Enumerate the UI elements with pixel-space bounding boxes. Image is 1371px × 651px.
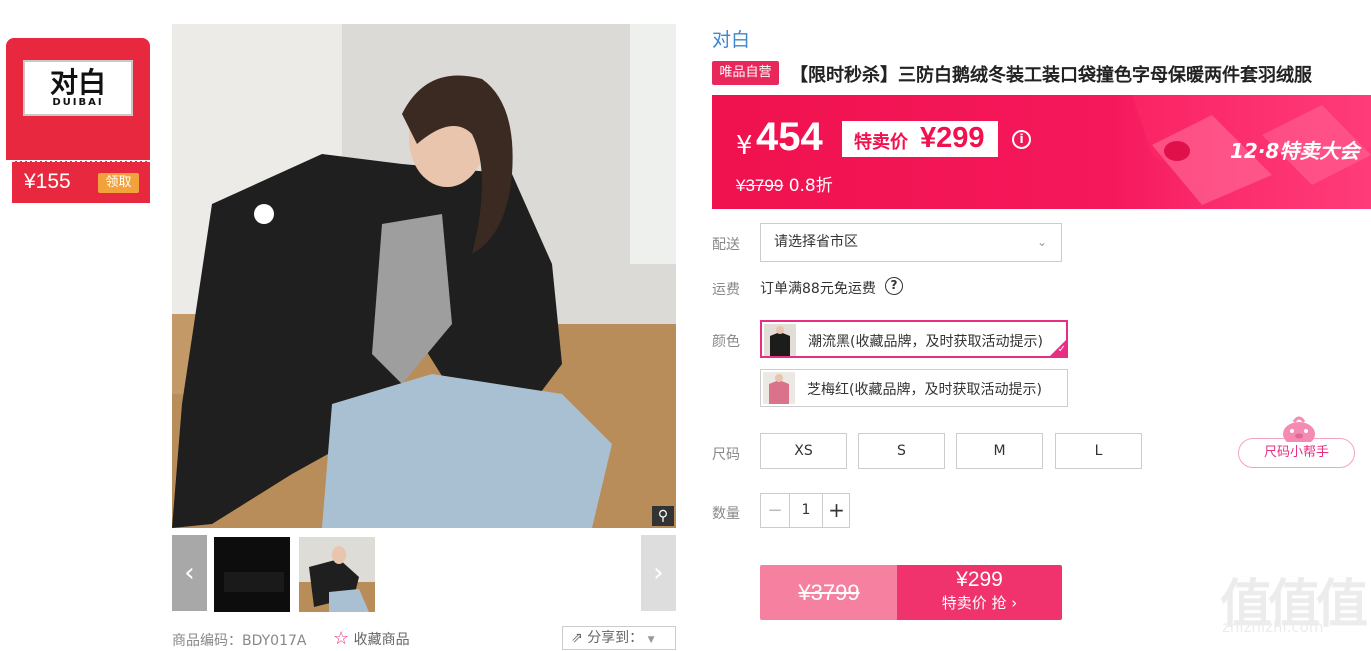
check-icon: ✓ (1048, 338, 1068, 358)
info-icon[interactable]: i (1012, 130, 1031, 149)
minus-button[interactable]: − (761, 494, 789, 527)
share-button[interactable]: ⇗ 分享到： ▼ (562, 626, 676, 650)
color-option-label: 潮流黑(收藏品牌，及时获取活动提示) (808, 334, 1043, 350)
question-icon[interactable]: ? (885, 277, 903, 295)
star-icon: ☆ (333, 628, 350, 649)
favorite-label: 收藏商品 (353, 632, 410, 648)
coupon-amount: ¥155 (24, 170, 71, 193)
coupon-claim-button[interactable]: 领取 (98, 173, 139, 193)
price-banner: ¥ 454 特卖价 ¥299 i ¥3799 0.8折 12·8特卖大会 (712, 95, 1371, 209)
thumbnail-2-image (299, 537, 375, 612)
chevron-down-icon: ⌄ (1036, 235, 1047, 249)
event-label: 12·8特卖大会 (1230, 139, 1360, 163)
share-icon: ⇗ (571, 630, 583, 646)
discount-rate: 0.8折 (788, 176, 833, 196)
brand-coupon[interactable]: 对白 DUIBAI ¥155 领取 (6, 38, 150, 203)
shipping-label: 运费 (712, 282, 740, 298)
quantity-stepper: − 1 + (760, 493, 850, 528)
size-option-xs[interactable]: XS (760, 433, 847, 469)
pig-mascot-icon (1283, 416, 1315, 442)
size-label: 尺码 (712, 447, 740, 463)
coupon-top: 对白 DUIBAI (6, 38, 150, 160)
size-option-s[interactable]: S (858, 433, 945, 469)
special-price-tag: 特卖价 ¥299 (842, 121, 998, 157)
brand-link[interactable]: 对白 (712, 25, 750, 52)
buy-action-label: 特卖价 抢 › (941, 594, 1018, 612)
product-code: 商品编码：BDY017A (172, 633, 307, 649)
chevron-right-icon[interactable]: › (641, 535, 676, 611)
current-price: 454 (756, 115, 823, 159)
special-price-label: 特卖价 (854, 132, 908, 153)
buy-original-price: ¥3799 (798, 580, 860, 605)
original-price-line: ¥3799 0.8折 (736, 171, 833, 196)
brand-logo: 对白 DUIBAI (23, 60, 133, 116)
original-price-button[interactable]: ¥3799 (760, 565, 898, 620)
size-helper-button[interactable]: 尺码小帮手 (1238, 438, 1355, 468)
thumbnail-2[interactable] (299, 537, 375, 612)
magnifier-icon[interactable]: ⚲ (652, 506, 674, 526)
color-option-label: 芝梅红(收藏品牌，及时获取活动提示) (807, 382, 1042, 398)
quantity-input[interactable]: 1 (789, 494, 823, 527)
watermark-domain: zhizhizhi.com (1222, 618, 1324, 636)
chevron-left-icon[interactable]: ‹ (172, 535, 207, 611)
size-option-m[interactable]: M (956, 433, 1043, 469)
product-photo-illustration (172, 24, 676, 528)
quantity-label: 数量 (712, 506, 740, 522)
product-title: 【限时秒杀】三防白鹅绒冬装工装口袋撞色字母保暖两件套羽绒服 (790, 65, 1312, 86)
original-price: ¥3799 (736, 176, 784, 195)
product-main-image[interactable] (172, 24, 676, 528)
watermark: 值值值 zhizhizhi.com (1220, 562, 1368, 637)
thumbnail-1-image (214, 537, 290, 612)
color-option-red[interactable]: 芝梅红(收藏品牌，及时获取活动提示) (760, 369, 1068, 407)
plus-button[interactable]: + (823, 494, 850, 527)
favorite-button[interactable]: ☆ 收藏商品 (333, 628, 410, 649)
delivery-region-select[interactable]: 请选择省市区 ⌄ (760, 223, 1062, 262)
caret-down-icon: ▼ (647, 635, 655, 645)
price-currency: ¥ (736, 131, 753, 161)
buy-price: ¥299 (956, 568, 1003, 591)
color-label: 颜色 (712, 334, 740, 350)
color-option-black[interactable]: 潮流黑(收藏品牌，及时获取活动提示) ✓ (760, 320, 1068, 358)
share-label: 分享到： (587, 630, 644, 646)
delivery-label: 配送 (712, 237, 740, 253)
size-option-l[interactable]: L (1055, 433, 1142, 469)
color-swatch-red (763, 372, 795, 404)
thumbnail-1[interactable] (214, 537, 290, 612)
brand-logo-en: DUIBAI (52, 96, 104, 108)
self-operated-badge: 唯品自营 (712, 61, 779, 85)
delivery-placeholder: 请选择省市区 (774, 234, 858, 250)
color-swatch-black (764, 324, 796, 356)
buy-now-button[interactable]: ¥299 特卖价 抢 › (897, 565, 1062, 620)
brand-logo-cn: 对白 (49, 65, 106, 99)
special-price-value: ¥299 (920, 122, 985, 154)
coupon-bottom: ¥155 领取 (12, 161, 150, 203)
shipping-text: 订单满88元免运费 (760, 281, 876, 297)
